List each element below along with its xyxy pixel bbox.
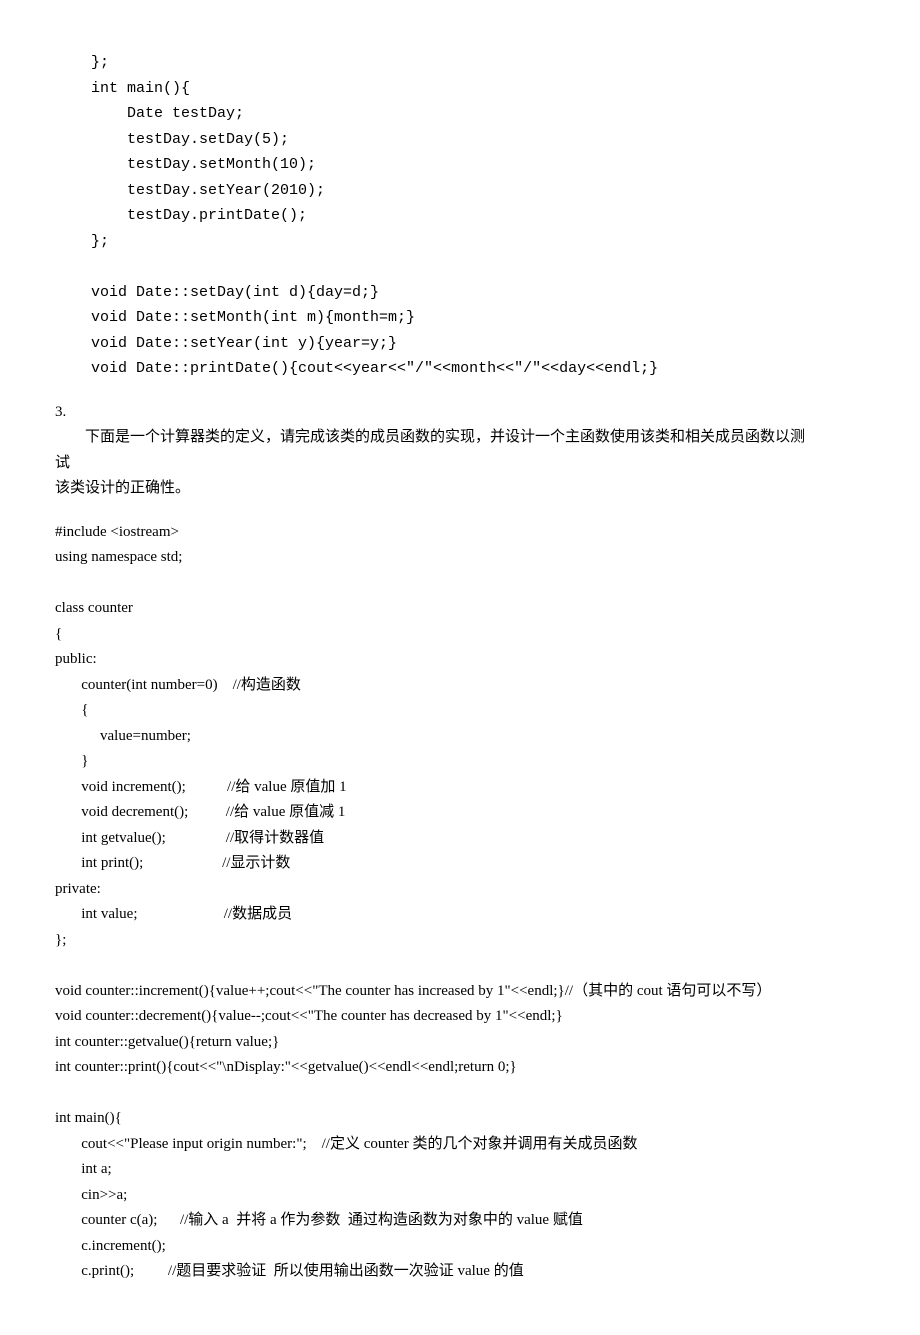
section-number: 3. [55,400,865,426]
prose-description: 下面是一个计算器类的定义，请完成该类的成员函数的实现，并设计一个主函数使用该类和… [55,425,865,502]
code-block-1: }; int main(){ Date testDay; testDay.set… [55,50,865,382]
code-block-2: #include <iostream> using namespace std;… [55,520,865,1285]
